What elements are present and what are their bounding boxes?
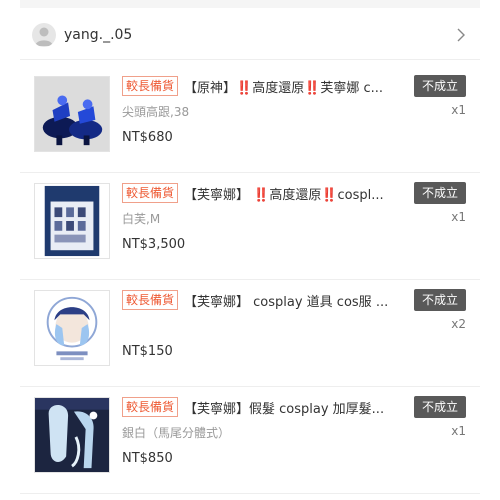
product-thumbnail-wig[interactable] bbox=[34, 397, 110, 473]
product-thumbnail-prop[interactable] bbox=[34, 290, 110, 366]
status-badge: 不成立 bbox=[413, 396, 466, 418]
top-divider bbox=[20, 0, 480, 8]
price: NT$3,500 bbox=[122, 237, 186, 252]
shop-header[interactable]: yang._.05 bbox=[20, 10, 480, 60]
order-item[interactable]: 較長備貨 【芙寧娜】 ‼️高度還原‼️cospl... 不成立 白芙,M x1 … bbox=[20, 173, 480, 280]
product-thumbnail-costume[interactable] bbox=[34, 183, 110, 259]
product-title[interactable]: 【芙寧娜】假髮 cosplay 加厚髮... bbox=[184, 398, 414, 417]
product-variant: 白芙,M bbox=[122, 212, 161, 226]
order-item[interactable]: 較長備貨 【芙寧娜】 cosplay 道具 cos服 ... 不成立 x2 NT… bbox=[20, 280, 480, 387]
price: NT$680 bbox=[122, 130, 173, 145]
price: NT$850 bbox=[122, 451, 173, 466]
user-avatar-icon bbox=[32, 22, 56, 47]
stock-badge: 較長備貨 bbox=[122, 290, 179, 310]
price: NT$150 bbox=[122, 344, 173, 359]
stock-badge: 較長備貨 bbox=[122, 397, 179, 417]
stock-badge: 較長備貨 bbox=[122, 76, 179, 96]
status-badge: 不成立 bbox=[413, 289, 466, 311]
quantity: x1 bbox=[451, 424, 466, 438]
stock-badge: 較長備貨 bbox=[122, 183, 179, 203]
shop-name[interactable]: yang._.05 bbox=[64, 27, 132, 43]
product-title[interactable]: 【芙寧娜】 ‼️高度還原‼️cospl... bbox=[184, 184, 414, 203]
quantity: x1 bbox=[451, 210, 466, 224]
product-variant: 尖頭高跟,38 bbox=[122, 105, 190, 119]
quantity: x2 bbox=[451, 317, 466, 331]
product-variant: 銀白（馬尾分體式） bbox=[122, 426, 231, 440]
status-badge: 不成立 bbox=[413, 182, 466, 204]
quantity: x1 bbox=[451, 103, 466, 117]
product-title[interactable]: 【芙寧娜】 cosplay 道具 cos服 ... bbox=[184, 291, 414, 310]
order-item[interactable]: 較長備貨 【芙寧娜】假髮 cosplay 加厚髮... 不成立 銀白（馬尾分體式… bbox=[20, 387, 480, 494]
product-title[interactable]: 【原神】‼️高度還原‼️芙寧娜 c... bbox=[184, 77, 414, 96]
chevron-right-icon[interactable] bbox=[456, 27, 466, 43]
order-item[interactable]: 較長備貨 【原神】‼️高度還原‼️芙寧娜 c... 不成立 尖頭高跟,38 x1… bbox=[20, 66, 480, 173]
status-badge: 不成立 bbox=[413, 75, 466, 97]
product-thumbnail-shoes[interactable] bbox=[34, 76, 110, 152]
